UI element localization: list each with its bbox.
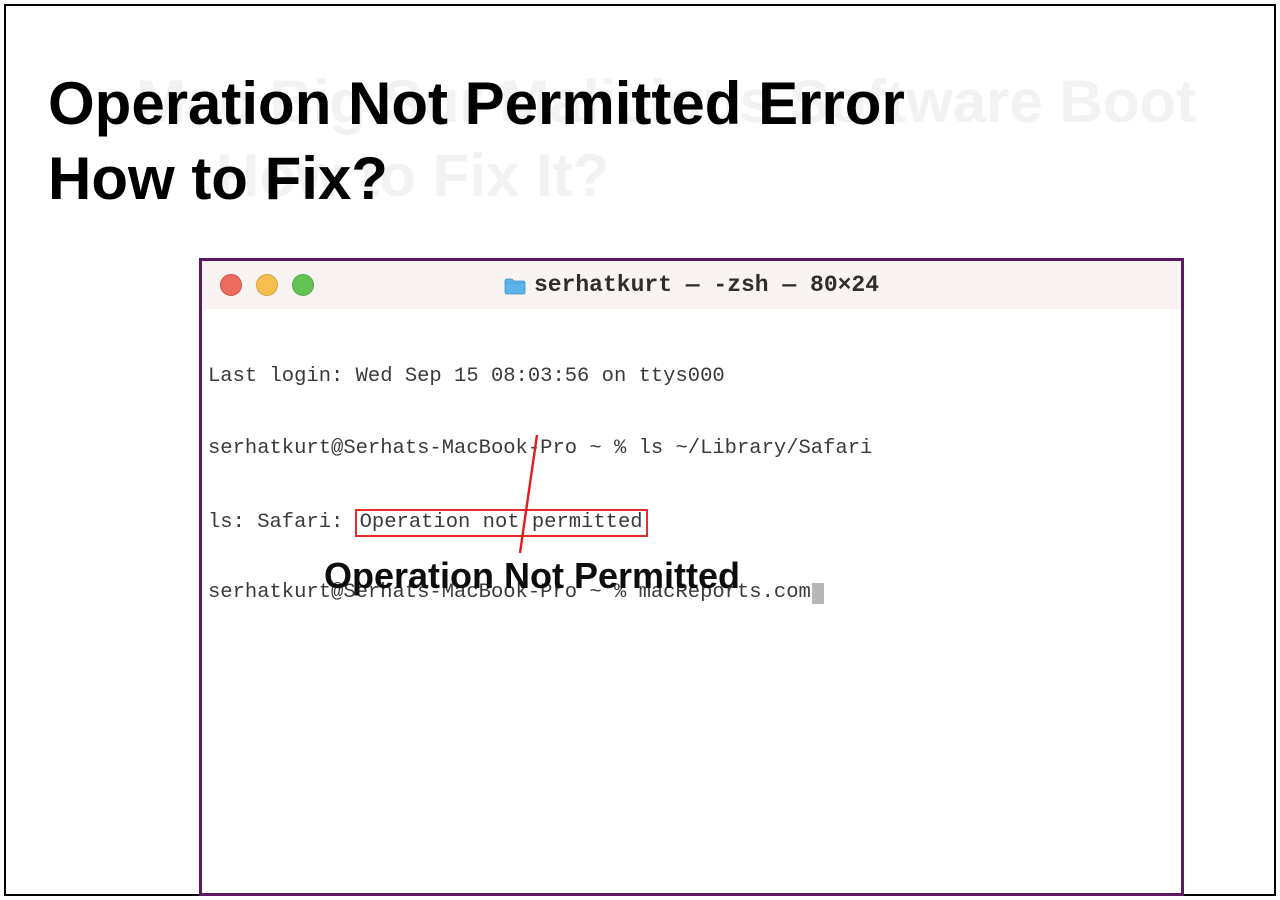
page-frame: Mac Big Sur Malicious Software Boot How … — [4, 4, 1276, 896]
terminal-line-error: ls: Safari: Operation not permitted — [208, 509, 1175, 533]
error-highlight-box: Operation not permitted — [355, 509, 648, 537]
terminal-cursor — [812, 583, 824, 604]
zoom-icon[interactable] — [292, 274, 314, 296]
terminal-window: serhatkurt — -zsh — 80×24 Last login: We… — [199, 258, 1184, 896]
error-text: Operation not permitted — [360, 511, 643, 534]
window-title: serhatkurt — -zsh — 80×24 — [202, 272, 1181, 298]
window-title-text: serhatkurt — -zsh — 80×24 — [534, 272, 879, 298]
page-title-line-1: Operation Not Permitted Error — [48, 70, 905, 137]
folder-icon — [504, 276, 526, 294]
page-title-line-2: How to Fix? — [48, 145, 388, 212]
terminal-line-login: Last login: Wed Sep 15 08:03:56 on ttys0… — [208, 365, 1175, 389]
error-prefix: ls: Safari: — [208, 511, 356, 534]
terminal-line-command-1: serhatkurt@Serhats-MacBook-Pro ~ % ls ~/… — [208, 437, 1175, 461]
page-title: Operation Not Permitted Error How to Fix… — [48, 66, 905, 216]
close-icon[interactable] — [220, 274, 242, 296]
minimize-icon[interactable] — [256, 274, 278, 296]
terminal-body[interactable]: Last login: Wed Sep 15 08:03:56 on ttys0… — [202, 309, 1181, 749]
window-title-bar: serhatkurt — -zsh — 80×24 — [202, 261, 1181, 309]
traffic-lights — [220, 274, 314, 296]
callout-label: Operation Not Permitted — [324, 564, 740, 588]
